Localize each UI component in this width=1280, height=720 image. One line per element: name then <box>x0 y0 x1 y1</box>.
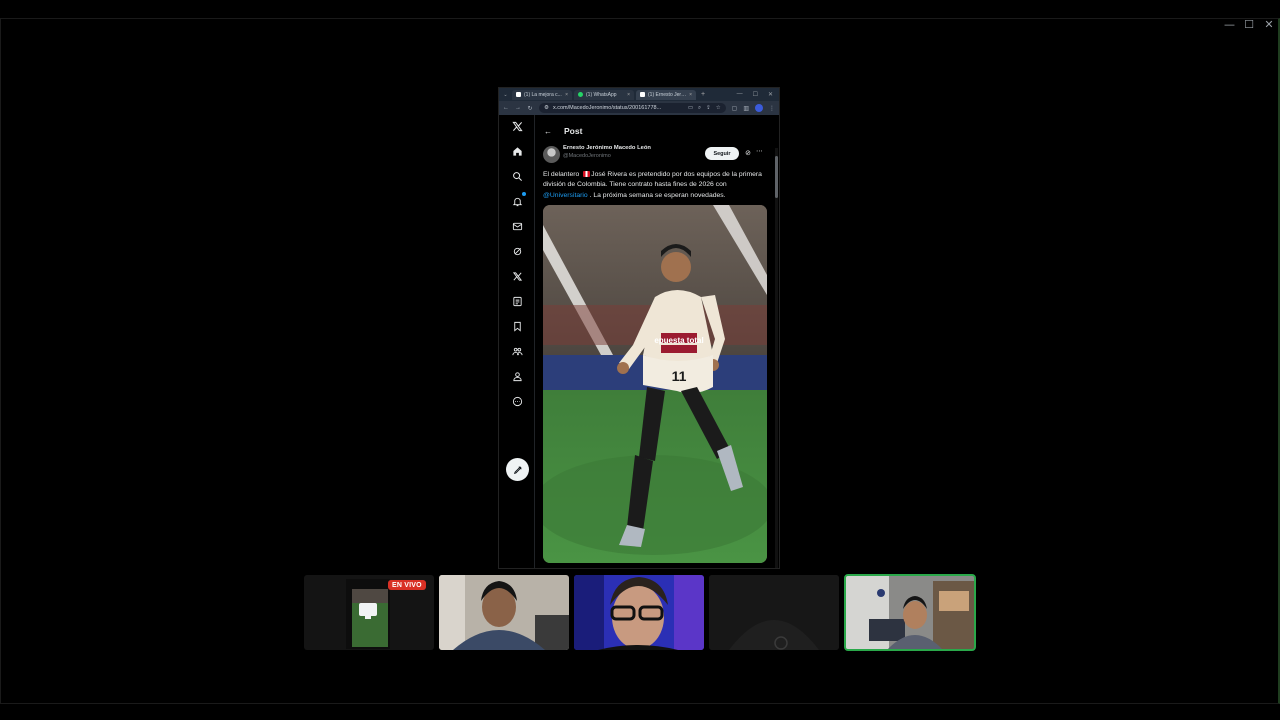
post-header: ← Post <box>544 126 582 136</box>
tweet-text: El delantero José Rivera es pretendido p… <box>543 170 769 201</box>
jersey-text: epuesta total <box>654 336 703 345</box>
post-column: ← Post Ernesto Jerónimo Macedo León @Mac… <box>536 115 774 568</box>
share-icon[interactable]: ⇪ <box>706 105 711 112</box>
page-scrollbar[interactable] <box>775 148 778 568</box>
tweet-text-part: El delantero <box>543 171 582 178</box>
back-icon[interactable]: ← <box>503 105 509 111</box>
sidebar-icon[interactable]: ▥ <box>743 105 749 112</box>
tab-bar: ⌄ (1) La mejora c... × (1) WhatsApp × (1… <box>499 88 779 101</box>
site-info-icon[interactable]: ⚙ <box>544 105 549 111</box>
screen-share-icon <box>359 603 377 619</box>
participant-video <box>845 575 975 650</box>
mention-link[interactable]: @Universitario <box>543 192 588 199</box>
tweet-photo[interactable]: epuesta total 11 <box>543 205 767 563</box>
url-text: x.com/MacedoJeronimo/status/200161778... <box>552 105 662 111</box>
lists-icon[interactable] <box>510 294 524 308</box>
participant-tile-screen-share[interactable]: EN VIVO <box>304 575 434 650</box>
menu-icon[interactable]: ⋮ <box>769 105 775 112</box>
tab-label: (1) Ernesto Jerónimo <box>648 91 686 98</box>
author-name[interactable]: Ernesto Jerónimo Macedo León <box>563 145 651 151</box>
minimize-button[interactable]: — <box>1224 18 1235 31</box>
compose-post-button[interactable] <box>506 458 529 481</box>
address-bar-row: ← → ↻ ⚙ x.com/MacedoJeronimo/status/2001… <box>499 101 779 115</box>
window-controls: — ☐ ✕ <box>1224 18 1274 31</box>
reload-icon[interactable]: ↻ <box>527 105 533 112</box>
tab-search-icon[interactable]: ⌄ <box>501 92 510 98</box>
participant-video <box>439 575 569 650</box>
premium-icon[interactable] <box>510 269 524 283</box>
shared-browser-window: ⌄ (1) La mejora c... × (1) WhatsApp × (1… <box>498 87 780 569</box>
search-icon[interactable] <box>510 169 524 183</box>
messages-icon[interactable] <box>510 219 524 233</box>
back-arrow-icon[interactable]: ← <box>544 127 552 136</box>
notification-badge <box>521 191 527 197</box>
x-logo-icon <box>640 92 645 97</box>
close-button[interactable]: ✕ <box>1264 18 1274 31</box>
follow-button[interactable]: Seguir <box>705 147 739 160</box>
close-icon[interactable]: ✕ <box>768 91 773 98</box>
bookmarks-icon[interactable] <box>510 319 524 333</box>
x-logo-icon <box>516 92 521 97</box>
address-bar[interactable]: ⚙ x.com/MacedoJeronimo/status/200161778.… <box>539 103 726 113</box>
profile-avatar[interactable] <box>755 104 763 112</box>
communities-icon[interactable] <box>510 344 524 358</box>
post-author: Ernesto Jerónimo Macedo León @MacedoJero… <box>543 145 769 165</box>
participant-video <box>709 575 839 650</box>
author-handle[interactable]: @MacedoJeronimo <box>563 153 611 159</box>
tab-3[interactable]: (1) Ernesto Jerónimo × <box>636 89 696 100</box>
tab-label: (1) La mejora c... <box>524 91 562 98</box>
new-tab-button[interactable]: + <box>698 91 708 98</box>
x-logo-icon[interactable] <box>510 119 524 133</box>
close-tab-icon[interactable]: × <box>689 92 692 98</box>
tweet-text-part: . La próxima semana se esperan novedades… <box>587 191 726 199</box>
browser-window-controls: — ☐ ✕ <box>737 91 779 98</box>
tab-2[interactable]: (1) WhatsApp × <box>574 89 634 100</box>
zoom-icon[interactable]: ⌕ <box>698 105 701 112</box>
peru-flag-icon <box>583 171 591 177</box>
participant-tile[interactable] <box>439 575 569 650</box>
x-sidebar <box>499 115 535 568</box>
maximize-button[interactable]: ☐ <box>1244 18 1254 31</box>
profile-icon[interactable] <box>510 369 524 383</box>
participant-tile-active-speaker[interactable] <box>844 574 976 651</box>
avatar[interactable] <box>543 146 560 163</box>
more-options-icon[interactable]: ⋯ <box>756 147 763 155</box>
notifications-icon[interactable] <box>510 191 527 208</box>
tab-label: (1) WhatsApp <box>586 91 617 98</box>
participant-video <box>574 575 704 650</box>
tab-1[interactable]: (1) La mejora c... × <box>512 89 572 100</box>
x-post-page: ← Post Ernesto Jerónimo Macedo León @Mac… <box>499 115 779 568</box>
participant-tile[interactable] <box>574 575 704 650</box>
close-tab-icon[interactable]: × <box>627 92 630 98</box>
cast-icon[interactable]: ▭ <box>688 105 693 112</box>
live-badge: EN VIVO <box>388 580 426 590</box>
shorts-number: 11 <box>672 368 687 384</box>
omnibox-actions: ▭ ⌕ ⇪ ☆ <box>688 105 721 112</box>
close-tab-icon[interactable]: × <box>565 92 568 98</box>
grok-icon[interactable] <box>510 244 524 258</box>
forward-icon[interactable]: → <box>515 105 521 111</box>
bookmark-star-icon[interactable]: ☆ <box>716 105 721 112</box>
grok-explain-icon[interactable]: ⊘ <box>745 149 751 157</box>
minimize-icon[interactable]: — <box>737 91 743 98</box>
maximize-icon[interactable]: ☐ <box>753 91 758 98</box>
page-title: Post <box>564 126 583 136</box>
participant-tile[interactable] <box>709 575 839 650</box>
extensions-icon[interactable]: ▢ <box>732 105 738 112</box>
meeting-window: — ☐ ✕ ⌄ (1) La mejora c... × (1) WhatsAp… <box>0 0 1280 720</box>
home-icon[interactable] <box>510 144 524 158</box>
whatsapp-icon <box>578 92 583 97</box>
scrollbar-thumb[interactable] <box>775 156 778 198</box>
more-icon[interactable] <box>510 394 524 408</box>
